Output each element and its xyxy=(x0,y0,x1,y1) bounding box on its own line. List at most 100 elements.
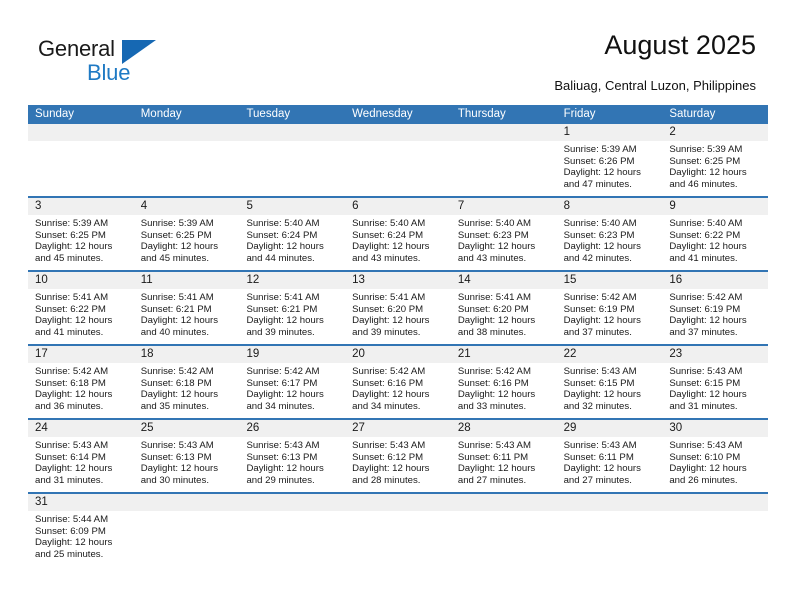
calendar-day-cell[interactable]: 4 Sunrise: 5:39 AM Sunset: 6:25 PM Daylight… xyxy=(133,198,240,270)
day-detail-line: and 34 minutes. xyxy=(246,400,315,412)
calendar-day-cell[interactable]: 13 Sunrise: 5:41 AM Sunset: 6:20 PM Dayligh… xyxy=(345,272,451,344)
day-detail-line: Sunrise: 5:42 AM xyxy=(669,292,743,303)
day-detail-line: Sunrise: 5:41 AM xyxy=(140,292,214,303)
day-detail-line: Sunset: 6:12 PM xyxy=(352,451,424,463)
day-detail-line: and 37 minutes. xyxy=(669,326,738,338)
day-details: Sunrise: 5:41 AM Sunset: 6:20 PM Daylight:… xyxy=(345,289,451,342)
day-details xyxy=(134,511,240,518)
calendar-day-cell[interactable]: 5 Sunrise: 5:40 AM Sunset: 6:24 PM Daylight… xyxy=(239,198,346,270)
day-detail-line: Sunset: 6:21 PM xyxy=(246,303,318,315)
calendar-day-cell[interactable]: 2 Sunrise: 5:39 AM Sunset: 6:25 PM Daylight… xyxy=(662,124,769,196)
day-detail-line: Sunrise: 5:43 AM xyxy=(35,440,109,451)
calendar-day-cell[interactable]: 19 Sunrise: 5:42 AM Sunset: 6:17 PM Dayligh… xyxy=(239,346,346,418)
calendar-day-cell[interactable]: 12 Sunrise: 5:41 AM Sunset: 6:21 PM Dayligh… xyxy=(239,272,346,344)
calendar-day-cell[interactable]: 22 Sunrise: 5:43 AM Sunset: 6:15 PM Dayligh… xyxy=(556,346,663,418)
day-details: Sunrise: 5:43 AM Sunset: 6:15 PM Daylight:… xyxy=(557,363,663,416)
day-detail-line: and 46 minutes. xyxy=(669,178,738,190)
day-number: 2 xyxy=(662,124,769,141)
general-blue-logo[interactable]: General Blue xyxy=(38,36,168,92)
day-detail-line: Sunrise: 5:40 AM xyxy=(669,218,743,229)
calendar-day-cell[interactable]: 8 Sunrise: 5:40 AM Sunset: 6:23 PM Daylight… xyxy=(556,198,663,270)
day-number: 28 xyxy=(450,420,557,437)
day-number: 11 xyxy=(133,272,240,289)
calendar-weeks: 1 Sunrise: 5:39 AM Sunset: 6:26 PM Daylight… xyxy=(28,124,769,566)
day-detail-line: and 44 minutes. xyxy=(246,252,315,264)
calendar-day-cell[interactable]: 15 Sunrise: 5:42 AM Sunset: 6:19 PM Dayligh… xyxy=(556,272,663,344)
day-details: Sunrise: 5:40 AM Sunset: 6:24 PM Daylight:… xyxy=(345,215,451,268)
day-number: 1 xyxy=(556,124,663,141)
day-number: 31 xyxy=(28,494,134,511)
day-detail-line: Sunrise: 5:39 AM xyxy=(563,144,637,155)
calendar-day-cell[interactable]: 3 Sunrise: 5:39 AM Sunset: 6:25 PM Daylight… xyxy=(28,198,134,270)
day-detail-line: and 47 minutes. xyxy=(563,178,632,190)
logo-text-general: General xyxy=(38,36,115,61)
day-detail-line: and 34 minutes. xyxy=(352,400,421,412)
day-number: 13 xyxy=(345,272,451,289)
calendar-day-cell[interactable]: 16 Sunrise: 5:42 AM Sunset: 6:19 PM Dayligh… xyxy=(662,272,769,344)
day-number: 29 xyxy=(556,420,663,437)
day-detail-line: Daylight: 12 hours xyxy=(140,315,219,327)
day-detail-line: Sunset: 6:15 PM xyxy=(563,377,635,389)
day-detail-line: Sunrise: 5:43 AM xyxy=(669,366,743,377)
day-detail-line: Sunrise: 5:42 AM xyxy=(563,292,637,303)
calendar-week-row: 3 Sunrise: 5:39 AM Sunset: 6:25 PM Daylight… xyxy=(28,196,769,270)
day-details: Sunrise: 5:43 AM Sunset: 6:15 PM Daylight:… xyxy=(662,363,768,416)
calendar-day-cell[interactable]: 31 Sunrise: 5:44 AM Sunset: 6:09 PM Dayligh… xyxy=(28,494,134,566)
calendar-day-cell[interactable]: 11 Sunrise: 5:41 AM Sunset: 6:21 PM Dayligh… xyxy=(133,272,240,344)
day-details: Sunrise: 5:43 AM Sunset: 6:11 PM Daylight:… xyxy=(451,437,557,490)
calendar-day-cell[interactable]: 7 Sunrise: 5:40 AM Sunset: 6:23 PM Daylight… xyxy=(450,198,557,270)
calendar-day-cell[interactable]: 14 Sunrise: 5:41 AM Sunset: 6:20 PM Dayligh… xyxy=(450,272,557,344)
day-number: 24 xyxy=(28,420,134,437)
calendar-day-cell-empty xyxy=(133,124,240,196)
day-number xyxy=(133,494,240,511)
day-detail-line: and 36 minutes. xyxy=(35,400,104,412)
day-detail-line: Daylight: 12 hours xyxy=(35,537,113,549)
calendar-day-cell[interactable]: 26 Sunrise: 5:43 AM Sunset: 6:13 PM Dayligh… xyxy=(239,420,346,492)
day-number xyxy=(239,494,346,511)
calendar-day-cell[interactable]: 20 Sunrise: 5:42 AM Sunset: 6:16 PM Dayligh… xyxy=(345,346,451,418)
day-details xyxy=(239,141,345,148)
weekday-header-row: Sunday Monday Tuesday Wednesday Thursday Frid… xyxy=(28,105,768,124)
day-number: 6 xyxy=(345,198,451,215)
calendar-day-cell[interactable]: 28 Sunrise: 5:43 AM Sunset: 6:11 PM Dayligh… xyxy=(450,420,557,492)
calendar-day-cell[interactable]: 27 Sunrise: 5:43 AM Sunset: 6:12 PM Dayligh… xyxy=(345,420,451,492)
day-details: Sunrise: 5:42 AM Sunset: 6:16 PM Daylight:… xyxy=(345,363,451,416)
calendar-day-cell-empty xyxy=(28,124,134,196)
calendar-day-cell[interactable]: 29 Sunrise: 5:43 AM Sunset: 6:11 PM Dayligh… xyxy=(556,420,663,492)
day-detail-line: Sunrise: 5:42 AM xyxy=(352,366,426,377)
day-detail-line: Sunset: 6:16 PM xyxy=(457,377,529,389)
calendar-day-cell-empty xyxy=(345,124,451,196)
calendar-day-cell[interactable]: 24 Sunrise: 5:43 AM Sunset: 6:14 PM Dayligh… xyxy=(28,420,134,492)
calendar-day-cell[interactable]: 18 Sunrise: 5:42 AM Sunset: 6:18 PM Dayligh… xyxy=(133,346,240,418)
day-detail-line: and 43 minutes. xyxy=(352,252,421,264)
calendar-day-cell[interactable]: 21 Sunrise: 5:42 AM Sunset: 6:16 PM Dayligh… xyxy=(450,346,557,418)
day-number: 5 xyxy=(239,198,346,215)
day-detail-line: Daylight: 12 hours xyxy=(352,463,430,475)
calendar-day-cell[interactable]: 25 Sunrise: 5:43 AM Sunset: 6:13 PM Dayligh… xyxy=(133,420,240,492)
day-detail-line: Sunrise: 5:41 AM xyxy=(246,292,320,303)
calendar-day-cell[interactable]: 10 Sunrise: 5:41 AM Sunset: 6:22 PM Dayligh… xyxy=(28,272,134,344)
calendar-day-cell[interactable]: 23 Sunrise: 5:43 AM Sunset: 6:15 PM Dayligh… xyxy=(662,346,769,418)
day-details xyxy=(345,511,451,518)
day-detail-line: and 30 minutes. xyxy=(140,474,209,486)
calendar-day-cell[interactable]: 17 Sunrise: 5:42 AM Sunset: 6:18 PM Dayligh… xyxy=(28,346,134,418)
day-details: Sunrise: 5:40 AM Sunset: 6:22 PM Daylight:… xyxy=(662,215,768,268)
calendar-page: General Blue August 2025 Baliuag, Centra… xyxy=(0,0,792,612)
calendar-day-cell[interactable]: 1 Sunrise: 5:39 AM Sunset: 6:26 PM Daylight… xyxy=(556,124,663,196)
day-detail-line: Sunrise: 5:42 AM xyxy=(35,366,109,377)
day-detail-line: Daylight: 12 hours xyxy=(563,167,641,179)
calendar-week-row: 31 Sunrise: 5:44 AM Sunset: 6:09 PM Dayligh… xyxy=(28,492,769,566)
day-detail-line: and 41 minutes. xyxy=(35,326,104,338)
weekday-header-saturday: Saturday xyxy=(669,108,716,120)
calendar-day-cell[interactable]: 9 Sunrise: 5:40 AM Sunset: 6:22 PM Daylight… xyxy=(662,198,769,270)
day-details: Sunrise: 5:43 AM Sunset: 6:10 PM Daylight:… xyxy=(662,437,768,490)
day-detail-line: and 26 minutes. xyxy=(669,474,738,486)
day-detail-line: and 42 minutes. xyxy=(563,252,632,264)
day-number: 18 xyxy=(133,346,240,363)
day-number: 30 xyxy=(662,420,769,437)
day-detail-line: Daylight: 12 hours xyxy=(140,463,219,475)
calendar-day-cell[interactable]: 6 Sunrise: 5:40 AM Sunset: 6:24 PM Daylight… xyxy=(345,198,451,270)
calendar-day-cell[interactable]: 30 Sunrise: 5:43 AM Sunset: 6:10 PM Dayligh… xyxy=(662,420,769,492)
day-details: Sunrise: 5:39 AM Sunset: 6:26 PM Daylight:… xyxy=(557,141,663,194)
day-number: 10 xyxy=(28,272,134,289)
